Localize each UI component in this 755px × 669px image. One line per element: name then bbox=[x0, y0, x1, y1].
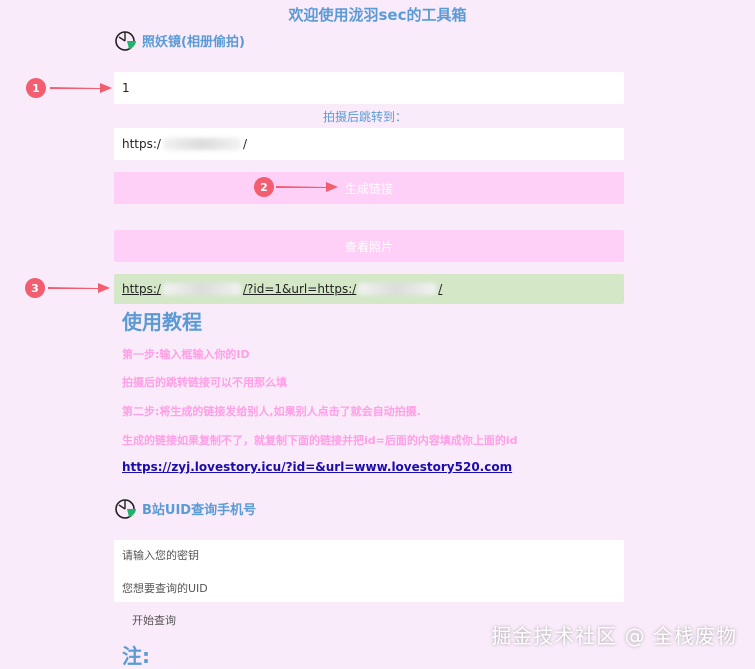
uid-input[interactable]: 您想要查询的UID bbox=[122, 580, 208, 596]
id-input[interactable]: 1 bbox=[114, 72, 624, 104]
start-query-button[interactable]: 开始查询 bbox=[132, 612, 176, 628]
redacted-domain bbox=[358, 283, 437, 295]
tutorial-link[interactable]: https://zyj.lovestory.icu/?id=&url=www.l… bbox=[122, 460, 512, 474]
tutorial-step-1: 第一步:输入框输入你的ID bbox=[122, 348, 250, 361]
redirect-url-input[interactable]: https:/ / bbox=[114, 128, 624, 160]
arrow-right-icon bbox=[276, 182, 338, 192]
generated-link-part1: https:/ bbox=[122, 282, 161, 296]
tutorial-step-2: 拍摄后的跳转链接可以不用那么填 bbox=[122, 376, 287, 389]
generated-link-part2: /?id=1&url=https:/ bbox=[242, 282, 357, 296]
redacted-domain bbox=[162, 138, 241, 150]
watermark: 掘金技术社区 @ 全栈废物 bbox=[491, 624, 737, 648]
marker-1: 1 bbox=[26, 78, 46, 98]
page-title: 欢迎使用泷羽sec的工具箱 bbox=[288, 6, 467, 24]
marker-3: 3 bbox=[25, 278, 45, 298]
redirect-prefix: https:/ bbox=[122, 137, 161, 151]
arrow-right-icon bbox=[50, 83, 112, 93]
generated-link-box: https:/ /?id=1&url=https:/ / bbox=[114, 274, 624, 304]
generated-link[interactable]: https:/ /?id=1&url=https:/ / bbox=[122, 282, 442, 296]
secret-key-input[interactable]: 请输入您的密钥 bbox=[122, 547, 199, 563]
camera-pie-icon bbox=[115, 31, 136, 51]
tutorial-step-3: 第二步:将生成的链接发给别人,如果别人点击了就会自动拍摄. bbox=[122, 405, 421, 418]
redacted-domain bbox=[162, 283, 241, 295]
generate-link-button[interactable]: 生成链接 bbox=[114, 172, 624, 204]
id-input-value: 1 bbox=[122, 81, 130, 95]
arrow-right-icon bbox=[48, 283, 110, 293]
redirect-label: 拍摄后跳转到： bbox=[322, 110, 407, 124]
tutorial-step-4: 生成的链接如果复制不了，就复制下面的链接并把id=后面的内容填成你上面的id bbox=[122, 434, 518, 447]
camera-tool-header: 照妖镜(相册偷拍) bbox=[114, 28, 245, 52]
bili-tool-label: B站UID查询手机号 bbox=[142, 502, 257, 518]
bili-tool-header: B站UID查询手机号 bbox=[114, 496, 256, 520]
redirect-suffix: / bbox=[242, 137, 248, 151]
marker-2: 2 bbox=[254, 177, 274, 197]
generated-link-part3: / bbox=[438, 282, 443, 296]
camera-pie-icon bbox=[115, 499, 136, 519]
camera-tool-label: 照妖镜(相册偷拍) bbox=[142, 34, 245, 50]
tutorial-heading: 使用教程 bbox=[122, 310, 202, 334]
note-heading: 注: bbox=[122, 644, 150, 668]
view-photos-button[interactable]: 查看照片 bbox=[114, 230, 624, 262]
